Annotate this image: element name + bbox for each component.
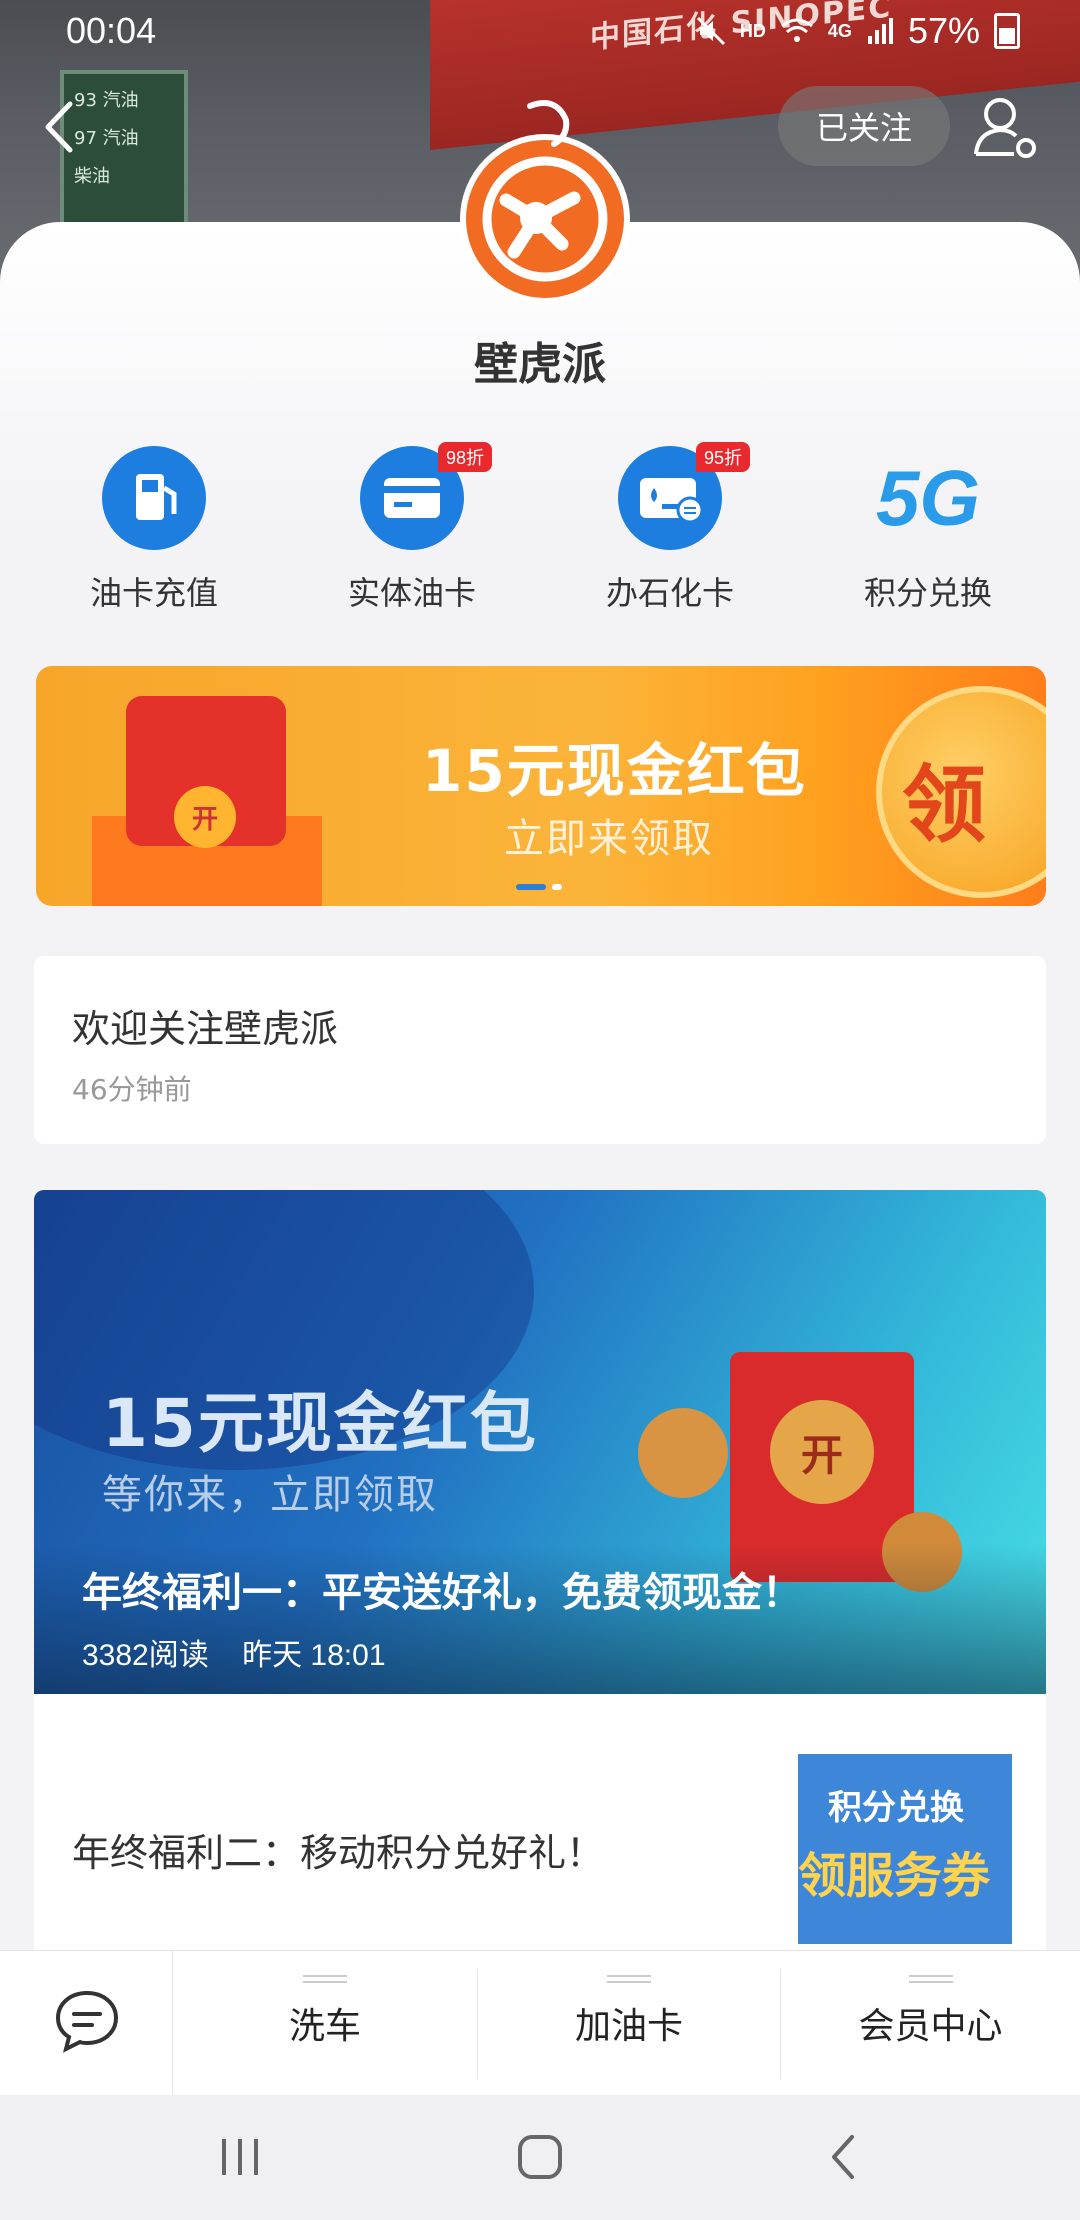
network-type: 4G [827, 20, 852, 41]
status-indicators: HD 4G 57% [696, 10, 1020, 52]
follow-button[interactable]: 已关注 [778, 86, 950, 166]
menu-item-car-wash[interactable]: 洗车 [174, 1951, 476, 2096]
account-logo[interactable] [460, 134, 630, 304]
message-title: 欢迎关注壁虎派 [72, 1007, 339, 1051]
mute-icon [696, 16, 725, 46]
article-second-thumbnail[interactable]: 积分兑换 领服务券 [798, 1754, 1012, 1944]
user-settings-icon [974, 98, 1036, 158]
5g-icon: 5G [875, 454, 981, 542]
quick-action-label: 积分兑换 [863, 574, 992, 612]
menu-item-member-center[interactable]: 会员中心 [781, 1951, 1080, 2096]
signal-icon [867, 18, 893, 44]
discount-badge: 95折 [695, 442, 750, 472]
menu-icon [303, 1975, 347, 1983]
article-date: 昨天 18:01 [242, 1639, 386, 1672]
quick-action-petro-card[interactable]: 95折 办石化卡 [560, 442, 780, 616]
quick-action-points-exchange[interactable]: 5G 积分兑换 [818, 446, 1038, 616]
envelope-seal: 开 [174, 786, 236, 848]
battery-icon [994, 13, 1020, 49]
quick-action-label: 办石化卡 [605, 574, 734, 612]
quick-action-label: 油卡充值 [89, 574, 218, 612]
article-hero-subtitle: 等你来，立即领取 [102, 1472, 438, 1518]
system-nav-bar [0, 2095, 1080, 2220]
gecko-logo-icon [466, 140, 624, 298]
message-time: 46分钟前 [72, 1073, 192, 1106]
wifi-icon [780, 18, 813, 42]
discount-badge: 98折 [437, 442, 492, 472]
recent-apps-icon[interactable] [210, 2127, 270, 2187]
fuel-pump-icon [102, 446, 206, 550]
menu-item-fuel-card[interactable]: 加油卡 [478, 1951, 780, 2096]
profile-button[interactable] [970, 92, 1040, 162]
bottom-menu: 洗车 加油卡 会员中心 [0, 1950, 1080, 2096]
menu-icon [607, 1975, 651, 1983]
coin-graphic: 领 [876, 686, 1046, 898]
chat-button[interactable] [0, 1951, 173, 2096]
back-button[interactable] [30, 92, 90, 162]
carousel-indicator [516, 884, 562, 890]
quick-action-label: 实体油卡 [347, 574, 476, 612]
petro-card-icon: 95折 [618, 442, 750, 550]
banner-subtitle: 立即来领取 [504, 816, 714, 862]
status-time: 00:04 [66, 10, 157, 51]
carousel-dot [552, 884, 562, 890]
status-bar: 00:04 HD 4G 57% [0, 0, 1080, 64]
carousel-dot-active [516, 884, 546, 890]
article-second-title[interactable]: 年终福利二：移动积分兑好礼！ [72, 1822, 604, 1877]
home-icon[interactable] [510, 2127, 570, 2187]
article-meta: 3382阅读 昨天 18:01 [82, 1630, 386, 1674]
back-nav-icon[interactable] [814, 2127, 874, 2187]
article-hero-title: 15元现金红包 [102, 1385, 538, 1462]
article-main[interactable]: 15元现金红包 等你来，立即领取 开 年终福利一：平安送好礼，免费领现金！ 33… [34, 1190, 1046, 1694]
article-title: 年终福利一：平安送好礼，免费领现金！ [82, 1570, 802, 1616]
message-card[interactable]: 欢迎关注壁虎派 46分钟前 [34, 956, 1046, 1144]
quick-action-physical-card[interactable]: 98折 实体油卡 [302, 442, 522, 616]
promo-banner[interactable]: 开 15元现金红包 立即来领取 领 [36, 666, 1046, 906]
quick-action-fuel-topup[interactable]: 油卡充值 [44, 446, 264, 616]
card-icon: 98折 [360, 442, 492, 550]
article-reads: 3382阅读 [82, 1639, 209, 1672]
battery-percent: 57% [907, 10, 980, 51]
envelope-seal: 开 [770, 1400, 874, 1504]
account-name: 壁虎派 [474, 339, 606, 390]
chat-bubble-icon [55, 1990, 119, 2053]
coin-graphic [638, 1408, 728, 1498]
menu-icon [908, 1975, 953, 1983]
chevron-left-icon [45, 101, 73, 153]
hd-indicator: HD [739, 20, 766, 41]
logo-hook-icon [527, 100, 570, 147]
banner-title: 15元现金红包 [422, 737, 807, 805]
article-card: 15元现金红包 等你来，立即领取 开 年终福利一：平安送好礼，免费领现金！ 33… [34, 1190, 1046, 1960]
